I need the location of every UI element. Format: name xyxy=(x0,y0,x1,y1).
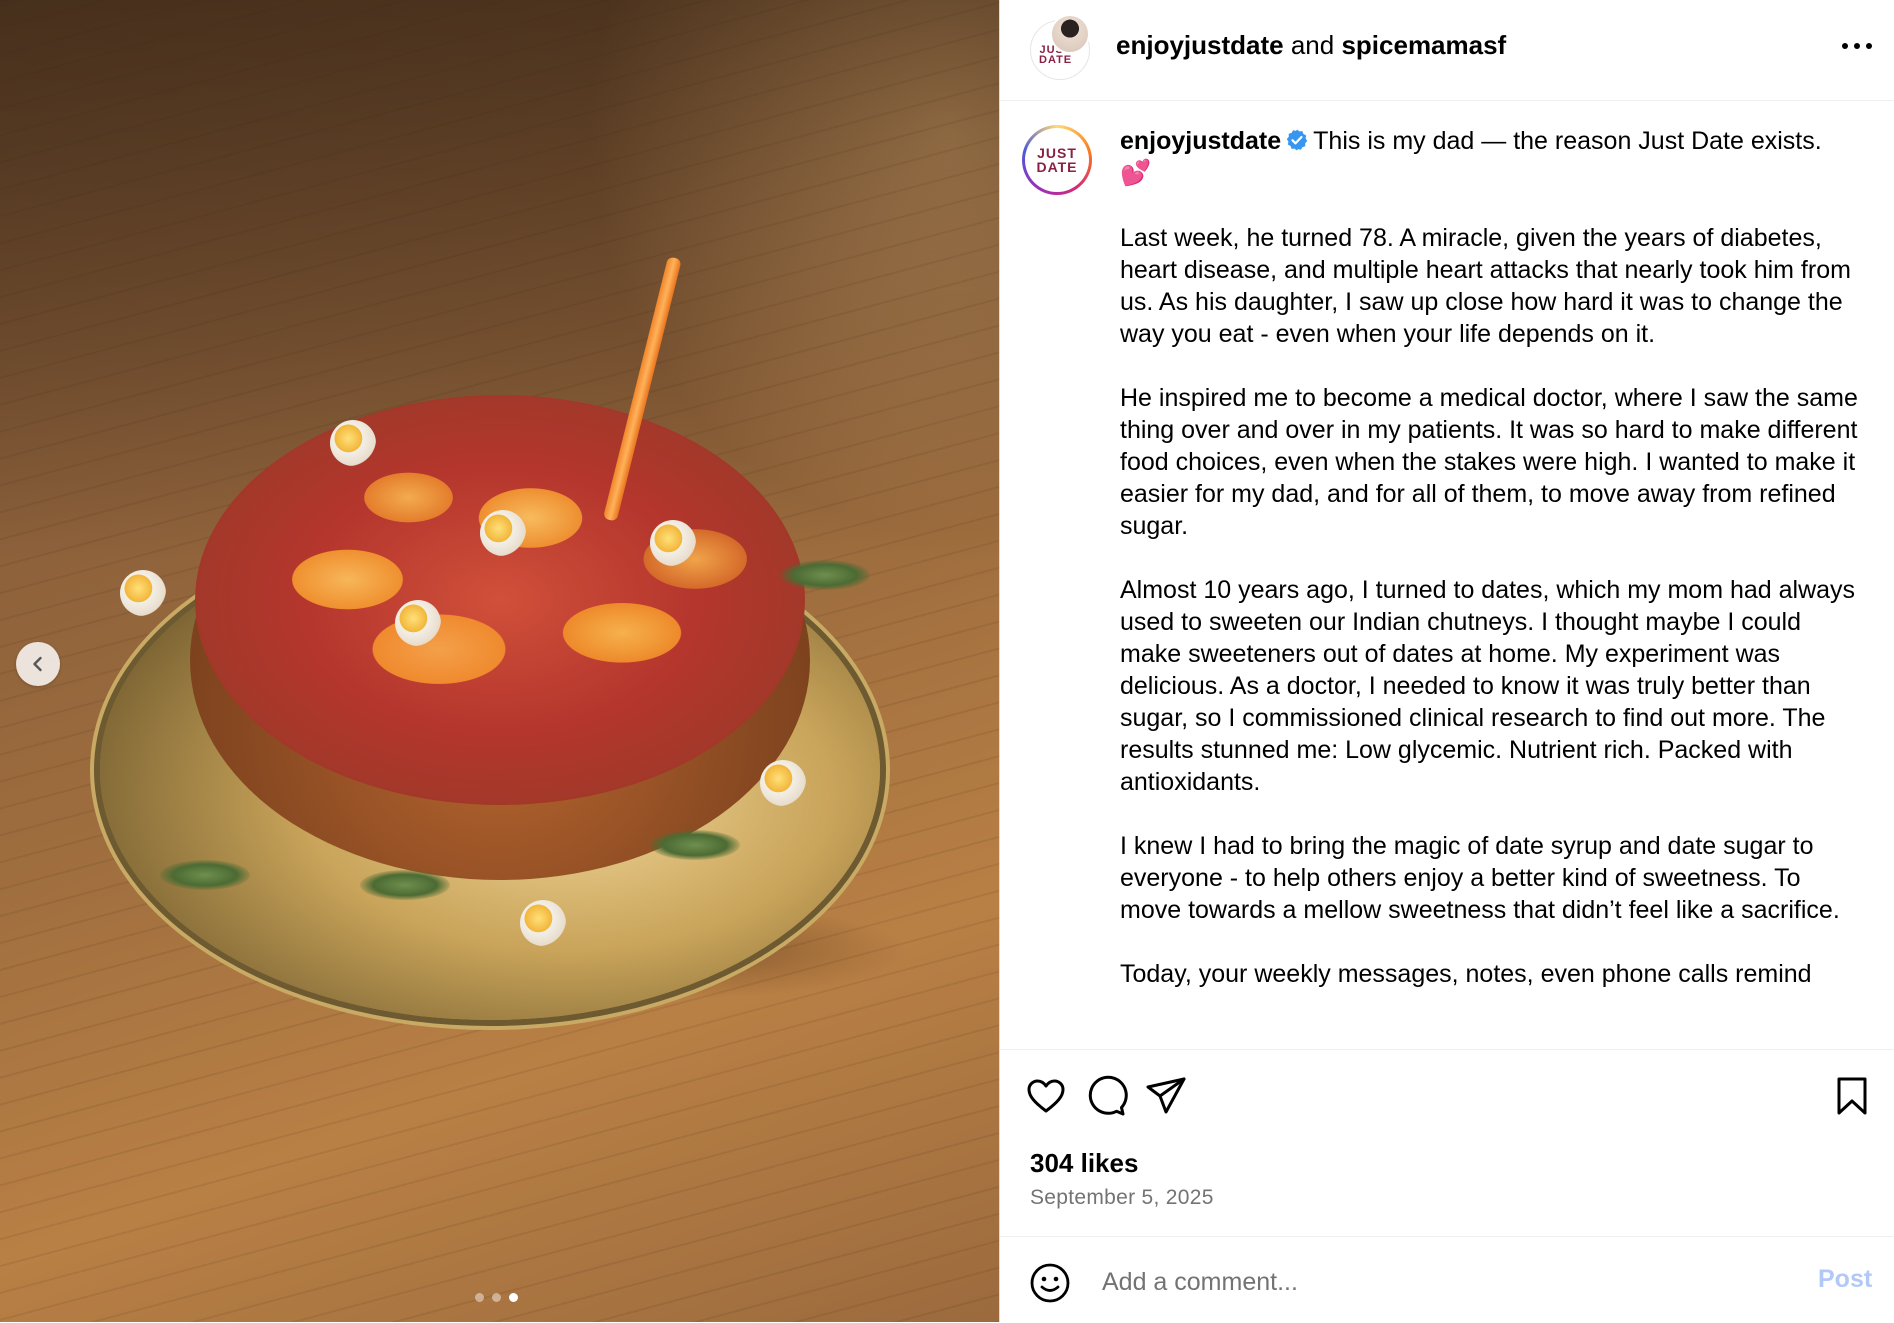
chevron-left-icon xyxy=(33,656,42,672)
post-caption: enjoyjustdate This is my dad — the reaso… xyxy=(1120,125,1865,1022)
comment-icon[interactable] xyxy=(1084,1074,1128,1118)
caption-paragraph: I knew I had to bring the magic of date … xyxy=(1120,832,1840,924)
share-icon[interactable] xyxy=(1144,1074,1188,1118)
caption-paragraph: Almost 10 years ago, I turned to dates, … xyxy=(1120,576,1856,796)
more-options-icon[interactable] xyxy=(1837,36,1877,56)
carousel-dot xyxy=(475,1293,484,1302)
carousel-dot-active xyxy=(509,1293,518,1302)
caption-avatar[interactable]: JUST DATE xyxy=(1022,125,1092,195)
emoji-icon[interactable] xyxy=(1028,1261,1072,1305)
likes-count[interactable]: 304 likes xyxy=(1030,1148,1138,1179)
post-comment-button[interactable]: Post xyxy=(1818,1265,1872,1294)
bookmark-icon[interactable] xyxy=(1830,1074,1874,1118)
heart-emoji: 💕 xyxy=(1120,159,1152,187)
carousel-dot xyxy=(492,1293,501,1302)
caption-intro: This is my dad — the reason Just Date ex… xyxy=(1313,127,1822,155)
carousel-prev-button[interactable] xyxy=(16,642,60,686)
collaborator-avatar[interactable] xyxy=(1050,14,1090,54)
post-image[interactable] xyxy=(0,0,999,1322)
caption-paragraph: Last week, he turned 78. A miracle, give… xyxy=(1120,224,1851,348)
post-date[interactable]: September 5, 2025 xyxy=(1030,1186,1214,1210)
heart-icon[interactable] xyxy=(1024,1074,1068,1118)
caption-paragraph: Today, your weekly messages, notes, even… xyxy=(1120,960,1812,988)
caption-paragraph: He inspired me to become a medical docto… xyxy=(1120,384,1858,540)
caption-username[interactable]: enjoyjustdate xyxy=(1120,127,1281,155)
instagram-post-view: JUST DATE enjoyjustdate and spicemamasf … xyxy=(0,0,1894,1322)
verified-badge-icon xyxy=(1286,129,1308,151)
caption-scroll-area[interactable]: JUST DATE enjoyjustdate This is my dad —… xyxy=(1000,101,1894,1049)
author-username[interactable]: enjoyjustdate xyxy=(1116,30,1284,60)
author-joiner: and xyxy=(1290,30,1335,60)
post-authors: enjoyjustdate and spicemamasf xyxy=(1116,30,1506,61)
carousel-indicator xyxy=(475,1293,518,1302)
comment-bar: Post xyxy=(1000,1236,1894,1323)
comment-input[interactable] xyxy=(1100,1257,1764,1307)
collaborator-username[interactable]: spicemamasf xyxy=(1341,30,1506,60)
cake-topping xyxy=(195,395,805,805)
post-header: JUST DATE enjoyjustdate and spicemamasf xyxy=(1000,0,1894,101)
post-actions: 304 likes September 5, 2025 xyxy=(1000,1049,1894,1240)
post-details-panel: JUST DATE enjoyjustdate and spicemamasf … xyxy=(999,0,1894,1322)
